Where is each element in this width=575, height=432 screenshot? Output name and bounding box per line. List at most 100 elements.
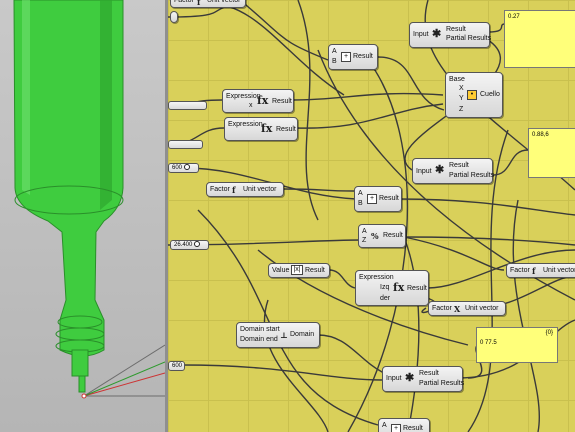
panel-value: 0.88,6 xyxy=(532,132,549,138)
domain-label: Domain xyxy=(290,331,315,338)
slider-grip[interactable] xyxy=(184,164,191,171)
absolute-value-icon: |x| xyxy=(291,265,303,275)
addition-node[interactable]: A B + Result xyxy=(354,186,402,212)
bottle-model xyxy=(13,0,165,399)
bottle-shade xyxy=(100,0,112,210)
x-label: X xyxy=(459,85,464,92)
input-label: Input xyxy=(416,168,432,175)
expression-node[interactable]: Expression fx Result xyxy=(224,117,298,141)
bottle-tip xyxy=(71,349,89,377)
number-slider[interactable] xyxy=(168,140,203,149)
construct-domain-node[interactable]: Domain start Domain end ⊥ Domain xyxy=(236,322,320,348)
expression-node[interactable]: Expression x fx Result xyxy=(222,89,294,113)
input-z-label: Z xyxy=(362,237,367,244)
input-b-label: B xyxy=(358,200,363,207)
x-axis-line xyxy=(83,372,165,397)
result-label: Result xyxy=(449,162,469,169)
input-a-label: A xyxy=(362,228,367,235)
wire xyxy=(487,23,505,33)
mass-addition-node[interactable]: Input ✱ Result Partial Results xyxy=(412,158,495,184)
factor-label: Factor xyxy=(210,186,230,193)
unit-vector-icon: X xyxy=(454,304,461,314)
result-label: Result xyxy=(446,26,466,33)
input-a-label: A xyxy=(332,48,337,55)
cuello-label: Cuello xyxy=(480,91,500,98)
value-panel[interactable]: 0.27 xyxy=(504,10,575,68)
wire xyxy=(295,103,444,129)
slider-value: 26.400 xyxy=(174,242,193,248)
input-b-label: B xyxy=(332,58,337,65)
result-label: Result xyxy=(403,425,423,432)
slider-value: 600 xyxy=(172,363,183,369)
domain-end-label: Domain end xyxy=(240,336,278,343)
panel-value: 0 77.5 xyxy=(480,340,497,346)
factor-label: Factor xyxy=(174,0,194,4)
wire xyxy=(297,0,319,221)
result-label: Result xyxy=(272,98,292,105)
wire xyxy=(239,0,329,61)
mass-addition-node[interactable]: Input ✱ Result Partial Results xyxy=(409,22,492,48)
result-label: Result xyxy=(383,232,403,239)
addition-node[interactable]: A B + Result xyxy=(328,44,378,70)
construct-point-node[interactable]: Base X Y Z • Cuello xyxy=(445,72,503,118)
number-slider[interactable]: 600 xyxy=(168,361,185,371)
factor-label: Factor xyxy=(510,267,530,274)
x-input-label: x xyxy=(249,102,253,109)
number-slider[interactable] xyxy=(168,101,207,110)
partial-results-label: Partial Results xyxy=(449,172,495,179)
input-label: Input xyxy=(386,375,402,382)
result-label: Result xyxy=(379,195,399,202)
unit-vector-label: Unit vector xyxy=(543,267,575,274)
grasshopper-canvas[interactable]: Factor f Unit vector Input ✱ Result Part… xyxy=(168,0,575,432)
rhino-viewport[interactable] xyxy=(0,0,165,432)
addition-icon: + xyxy=(367,194,377,204)
unit-vector-node[interactable]: Factor f Unit vector xyxy=(506,263,575,278)
number-slider[interactable]: 26.400 xyxy=(170,240,209,250)
wire xyxy=(317,334,385,374)
slider-stub[interactable] xyxy=(170,11,178,23)
expression-label: Expression xyxy=(228,121,263,128)
operation-node[interactable]: A Z % Result xyxy=(358,224,406,248)
value-panel[interactable]: {0} 0 77.5 xyxy=(476,327,558,363)
negative-icon: % xyxy=(371,231,379,241)
bottle-nozzle xyxy=(78,375,86,393)
result-label: Result xyxy=(276,126,296,133)
value-label: Value xyxy=(272,267,290,274)
expression-node[interactable]: Expression Izq der fx Result xyxy=(355,270,429,306)
mass-addition-node[interactable]: Input ✱ Result Partial Results xyxy=(382,366,464,392)
addition-icon: + xyxy=(391,424,401,432)
value-panel[interactable]: 0.88,6 xyxy=(528,128,575,178)
y-label: Y xyxy=(459,95,464,102)
unit-vector-node[interactable]: Factor X Unit vector xyxy=(428,301,506,316)
panel-value: 0.27 xyxy=(508,14,520,20)
izq-label: Izq xyxy=(380,284,390,291)
wire xyxy=(207,2,345,96)
panel-index: {0} xyxy=(545,330,553,336)
unit-vector-icon: f xyxy=(232,185,236,195)
expression-label: Expression xyxy=(359,274,394,281)
result-label: Result xyxy=(407,285,427,292)
unit-vector-icon: f xyxy=(197,0,201,7)
result-label: Result xyxy=(419,370,439,377)
input-a-label: A xyxy=(358,190,363,197)
result-label: Result xyxy=(305,267,325,274)
input-a-label: A xyxy=(382,422,387,429)
unit-vector-node[interactable]: Factor f Unit vector xyxy=(170,0,246,8)
slider-grip[interactable] xyxy=(194,241,201,248)
number-slider[interactable]: 600 xyxy=(168,163,199,173)
unit-vector-node[interactable]: Factor f Unit vector xyxy=(206,182,284,197)
bottle-highlight xyxy=(22,0,30,195)
y-axis-line xyxy=(83,361,165,397)
absolute-value-node[interactable]: Value |x| Result xyxy=(268,263,330,278)
addition-node[interactable]: A + Result xyxy=(378,418,430,432)
base-label: Base xyxy=(449,76,465,83)
fx-icon: fx xyxy=(257,94,269,107)
unit-vector-label: Unit vector xyxy=(207,0,241,4)
wire xyxy=(377,56,445,111)
construct-domain-icon: ⊥ xyxy=(280,330,288,340)
result-label: Result xyxy=(353,53,373,60)
unit-vector-label: Unit vector xyxy=(465,305,499,312)
partial-results-label: Partial Results xyxy=(446,35,492,42)
z-label: Z xyxy=(459,106,464,113)
slider-value: 600 xyxy=(172,165,183,171)
